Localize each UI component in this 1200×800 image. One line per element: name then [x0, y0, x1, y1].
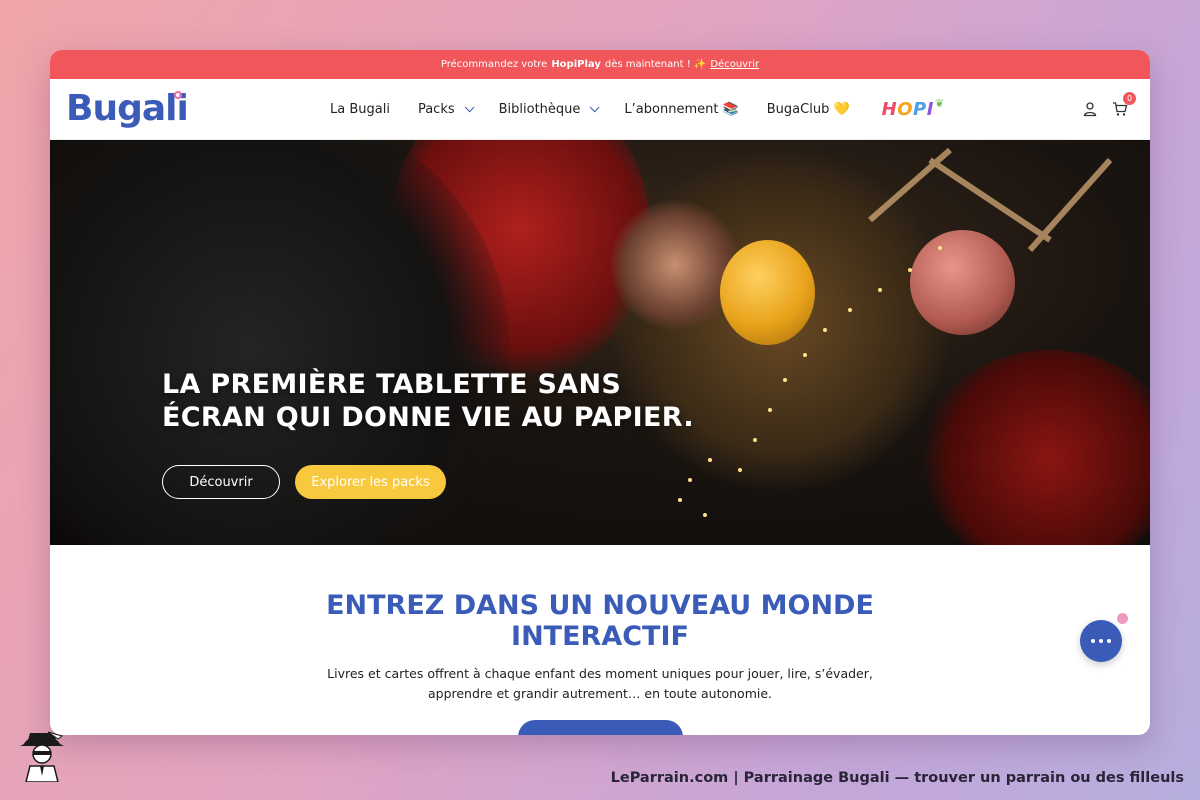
promo-product: HopiPlay [551, 59, 601, 70]
section-title-line: INTERACTIF [511, 621, 689, 652]
menu-label: Bibliothèque [498, 102, 581, 117]
promo-text-after: dès maintenant ! ✨ [604, 59, 707, 70]
cart-count-badge: 0 [1123, 92, 1136, 105]
section-cta-button[interactable] [518, 720, 683, 735]
menu-item-abonnement[interactable]: L’abonnement 📚 [624, 102, 738, 117]
discover-button[interactable]: Découvrir [162, 465, 280, 499]
browser-card: Précommandez votre HopiPlay dès maintena… [50, 50, 1150, 735]
section-title: ENTREZ DANS UN NOUVEAU MONDE INTERACTIF [50, 590, 1150, 652]
section-description: Livres et cartes offrent à chaque enfant… [50, 664, 1150, 704]
chat-notification-dot [1117, 613, 1128, 624]
hopi-letter: O [897, 99, 914, 120]
logo-dot [174, 91, 182, 99]
hero-title: LA PREMIÈRE TABLETTE SANS ÉCRAN QUI DONN… [162, 368, 694, 434]
hero-title-line: ÉCRAN QUI DONNE VIE AU PAPIER. [162, 402, 694, 433]
promo-link[interactable]: Découvrir [710, 59, 759, 70]
hopi-letter: H [881, 99, 898, 120]
user-icon[interactable] [1082, 101, 1098, 117]
menu-item-la-bugali[interactable]: La Bugali [330, 102, 390, 117]
leaf-icon: ❦ [934, 97, 945, 110]
footer-caption: LeParrain.com | Parrainage Bugali — trou… [610, 770, 1184, 786]
hero-banner: LA PREMIÈRE TABLETTE SANS ÉCRAN QUI DONN… [50, 140, 1150, 545]
chevron-down-icon [590, 102, 600, 113]
section-text-line: Livres et cartes offrent à chaque enfant… [327, 666, 873, 681]
chevron-down-icon [464, 102, 475, 113]
hopi-letter: I [926, 99, 934, 120]
promo-text-before: Précommandez votre [440, 59, 548, 70]
cart-icon[interactable]: 0 [1112, 92, 1136, 117]
menu-item-bibliotheque[interactable]: Bibliothèque [498, 102, 600, 117]
menu-item-bugaclub[interactable]: BugaClub 💛 [767, 102, 850, 117]
promo-bar: Précommandez votre HopiPlay dès maintena… [50, 50, 1150, 79]
menu-label: La Bugali [330, 102, 390, 117]
section-title-line: ENTREZ DANS UN NOUVEAU MONDE [326, 590, 874, 621]
header-nav: Bugali La Bugali Packs Bibliothèque L’ab… [50, 79, 1150, 140]
menu-label: BugaClub 💛 [766, 102, 850, 117]
chat-icon[interactable] [1080, 620, 1122, 662]
main-menu: La Bugali Packs Bibliothèque L’abonnemen… [330, 79, 945, 140]
bugali-logo[interactable]: Bugali [66, 88, 189, 129]
hopi-letter: P [913, 99, 927, 120]
mascot-logo [20, 731, 64, 782]
explore-packs-button[interactable]: Explorer les packs [295, 465, 446, 499]
section-text-line: apprendre et grandir autrement… en toute… [427, 686, 773, 701]
nav-icons: 0 [1082, 92, 1136, 117]
menu-label: Packs [417, 102, 455, 117]
menu-item-packs[interactable]: Packs [417, 102, 475, 117]
hopi-logo[interactable]: H O P I ❦ [881, 97, 945, 120]
hero-title-line: LA PREMIÈRE TABLETTE SANS [162, 369, 622, 400]
menu-label: L’abonnement 📚 [624, 102, 739, 117]
